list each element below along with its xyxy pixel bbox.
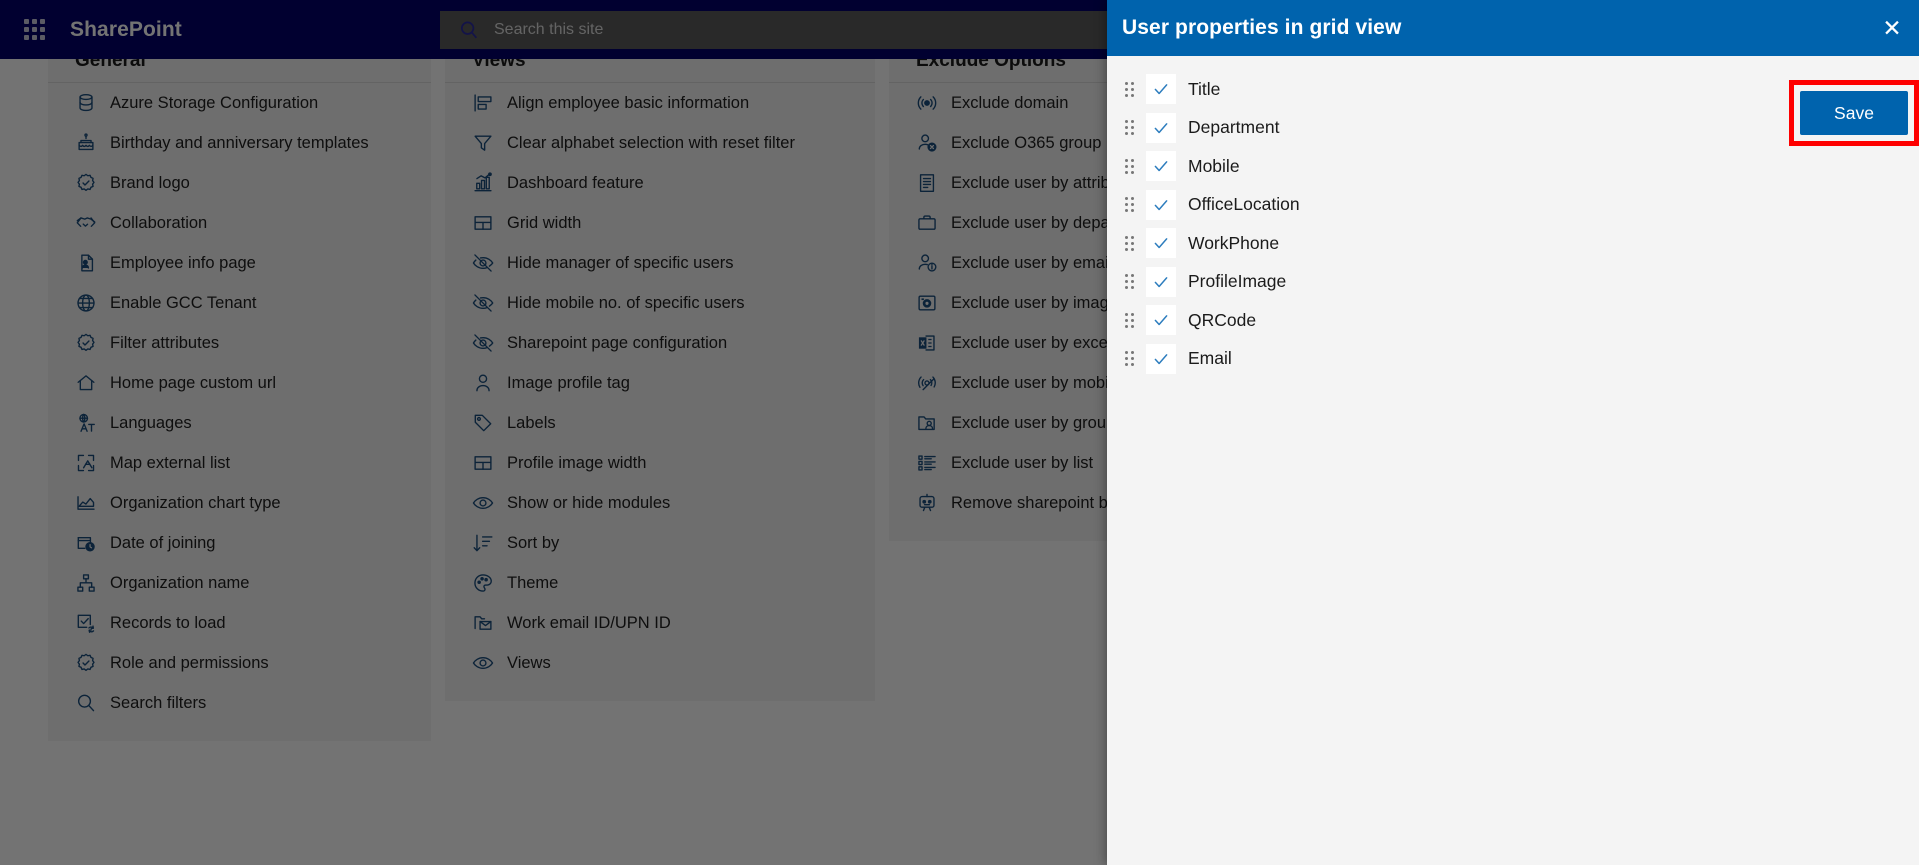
property-row[interactable]: OfficeLocation xyxy=(1121,186,1667,225)
check-icon xyxy=(1154,161,1168,172)
property-checkbox[interactable] xyxy=(1146,343,1176,374)
user-properties-list: Title Department Mobile OfficeLocation WorkP… xyxy=(1107,56,1667,378)
property-label: ProfileImage xyxy=(1188,271,1287,292)
property-row[interactable]: QRCode xyxy=(1121,301,1667,340)
save-button-highlight: Save xyxy=(1789,80,1919,146)
drag-handle-icon[interactable] xyxy=(1121,197,1137,213)
property-checkbox[interactable] xyxy=(1146,74,1176,105)
property-row[interactable]: Mobile xyxy=(1121,147,1667,186)
user-properties-panel: User properties in grid view ✕ Title Depa… xyxy=(1107,0,1919,865)
property-row[interactable]: Department xyxy=(1121,109,1667,148)
property-checkbox[interactable] xyxy=(1146,112,1176,143)
property-row[interactable]: Email xyxy=(1121,340,1667,379)
property-row[interactable]: WorkPhone xyxy=(1121,224,1667,263)
save-button[interactable]: Save xyxy=(1800,91,1908,135)
property-label: Email xyxy=(1188,348,1232,369)
property-checkbox[interactable] xyxy=(1146,266,1176,297)
property-row[interactable]: ProfileImage xyxy=(1121,263,1667,302)
panel-header: User properties in grid view ✕ xyxy=(1107,0,1919,56)
drag-handle-icon[interactable] xyxy=(1121,120,1137,136)
app-root: General Azure Storage ConfigurationBirth… xyxy=(0,0,1919,865)
drag-handle-icon[interactable] xyxy=(1121,351,1137,367)
check-icon xyxy=(1154,353,1168,364)
drag-handle-icon[interactable] xyxy=(1121,312,1137,328)
property-label: QRCode xyxy=(1188,309,1257,330)
property-checkbox[interactable] xyxy=(1146,228,1176,259)
property-checkbox[interactable] xyxy=(1146,305,1176,336)
panel-body: Title Department Mobile OfficeLocation WorkP… xyxy=(1107,56,1919,865)
property-row[interactable]: Title xyxy=(1121,70,1667,109)
property-label: OfficeLocation xyxy=(1188,194,1300,215)
property-checkbox[interactable] xyxy=(1146,151,1176,182)
property-label: Title xyxy=(1188,78,1221,99)
property-label: Department xyxy=(1188,117,1280,138)
check-icon xyxy=(1154,276,1168,287)
property-checkbox[interactable] xyxy=(1146,189,1176,220)
check-icon xyxy=(1154,199,1168,210)
check-icon xyxy=(1154,84,1168,95)
close-icon[interactable]: ✕ xyxy=(1865,0,1919,56)
panel-title: User properties in grid view xyxy=(1122,16,1402,39)
property-label: WorkPhone xyxy=(1188,232,1280,253)
drag-handle-icon[interactable] xyxy=(1121,274,1137,290)
drag-handle-icon[interactable] xyxy=(1121,158,1137,174)
property-label: Mobile xyxy=(1188,155,1240,176)
check-icon xyxy=(1154,238,1168,249)
drag-handle-icon[interactable] xyxy=(1121,235,1137,251)
check-icon xyxy=(1154,122,1168,133)
check-icon xyxy=(1154,315,1168,326)
drag-handle-icon[interactable] xyxy=(1121,81,1137,97)
